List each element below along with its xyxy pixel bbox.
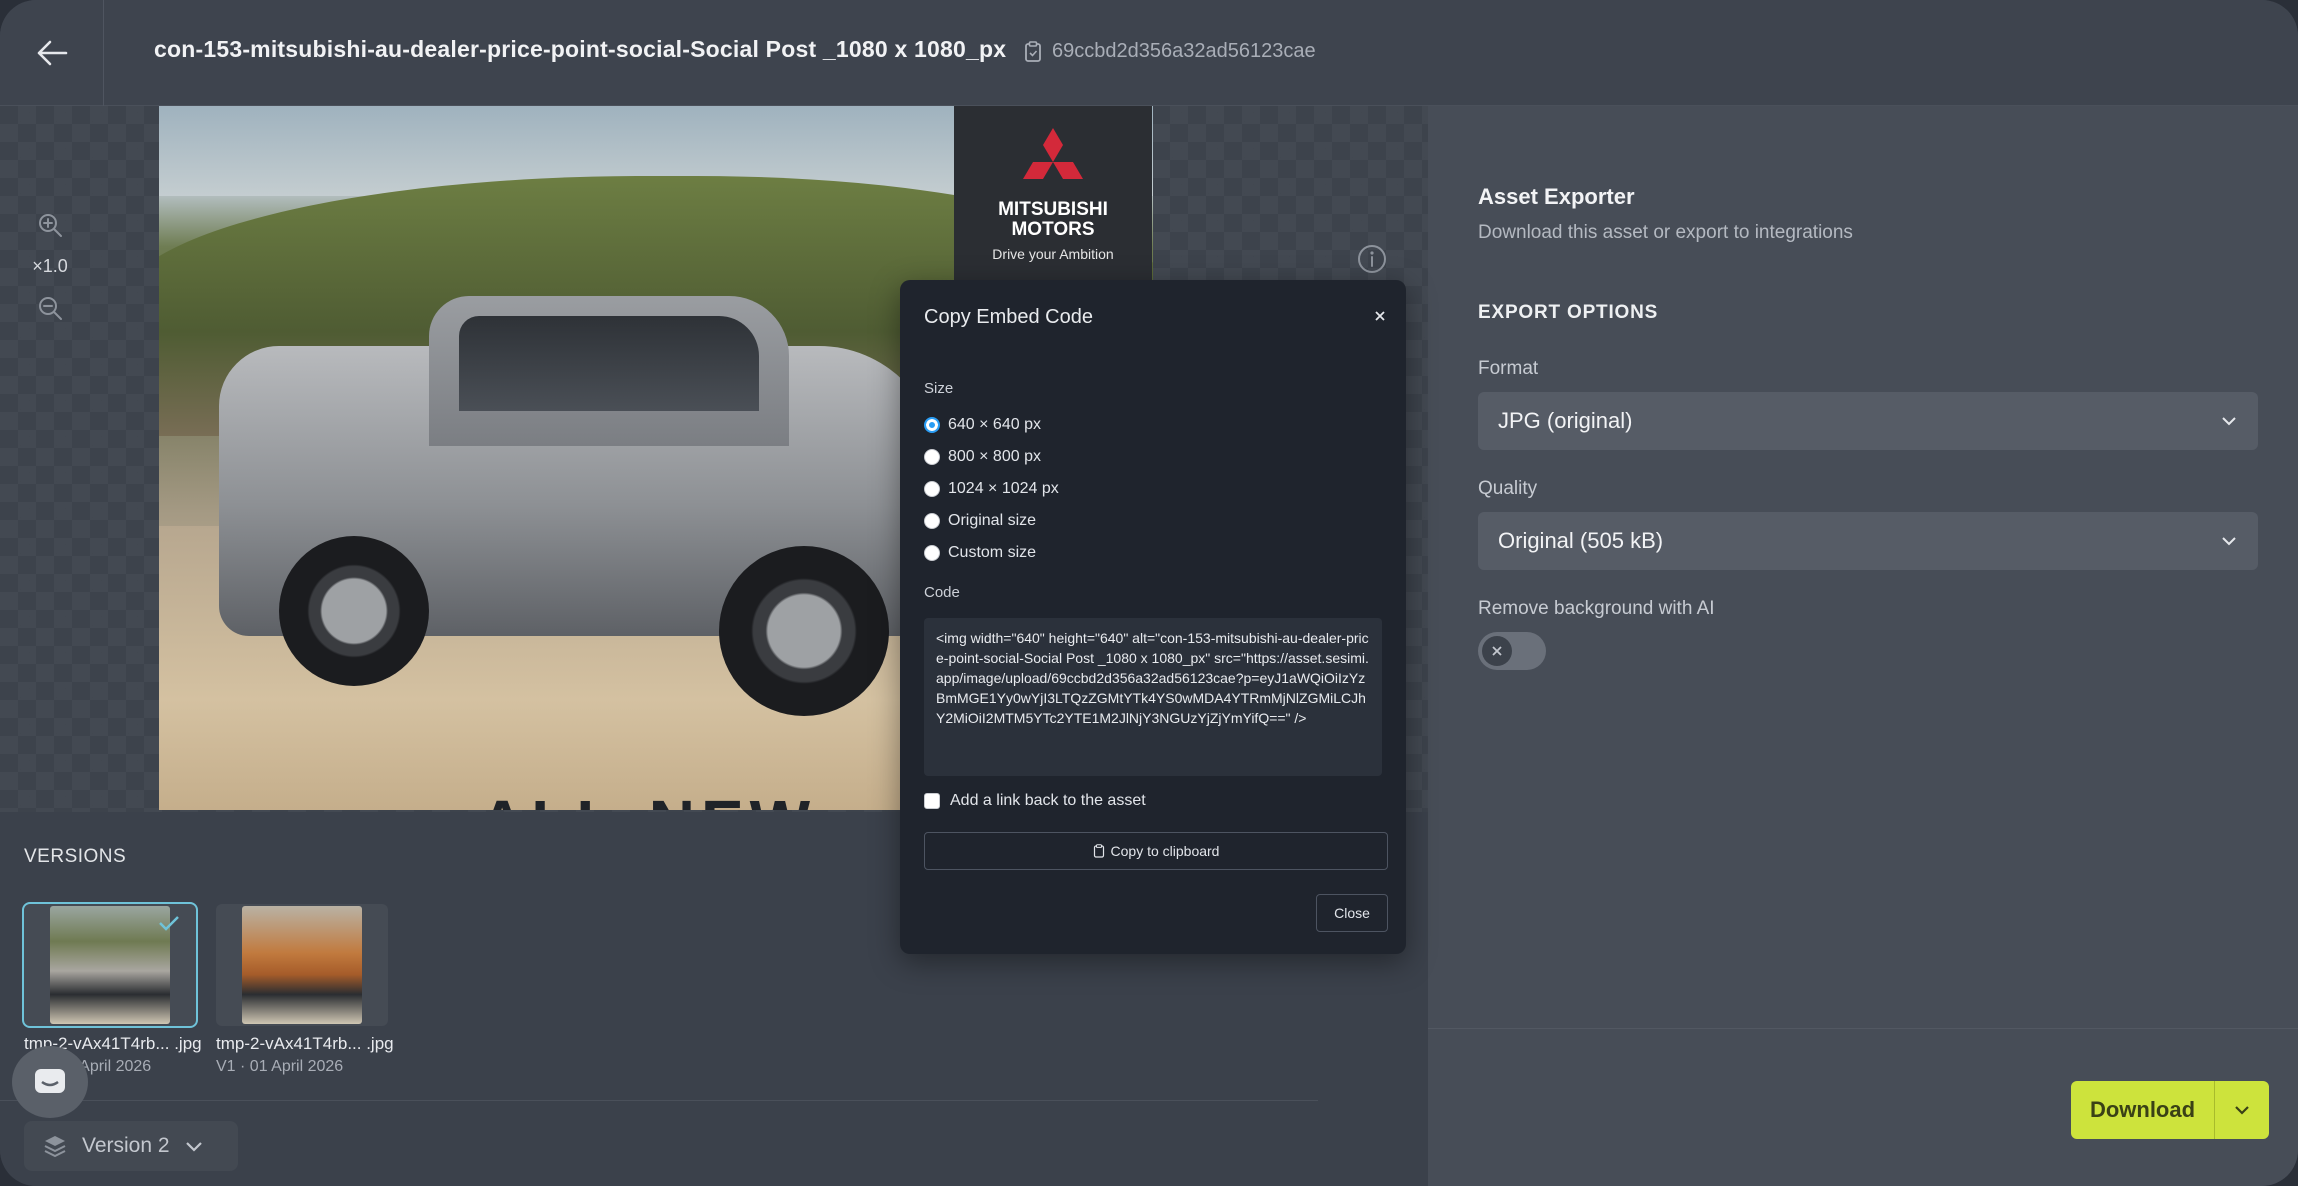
brand-name-line2: MOTORS xyxy=(1011,219,1095,240)
exporter-subtitle: Download this asset or export to integra… xyxy=(1478,222,1853,243)
brand-name: MITSUBISHI MOTORS xyxy=(998,200,1108,240)
link-back-option[interactable]: Add a link back to the asset xyxy=(924,792,1146,810)
brand-name-line1: MITSUBISHI xyxy=(998,199,1108,220)
chevron-down-icon xyxy=(2235,1106,2249,1115)
back-button[interactable] xyxy=(0,0,104,106)
close-icon xyxy=(1375,311,1385,321)
remove-background-toggle[interactable] xyxy=(1478,632,1546,670)
version-meta: V1 · 01 April 2026 xyxy=(216,1058,344,1075)
preview-wheel-rear xyxy=(279,536,429,686)
size-option-label: 1024 × 1024 px xyxy=(948,480,1059,497)
radio[interactable] xyxy=(924,449,940,465)
chevron-down-icon xyxy=(185,1142,202,1152)
version-select-label: Version 2 xyxy=(82,1134,170,1157)
quality-label: Quality xyxy=(1478,478,1538,499)
layers-icon xyxy=(44,1136,66,1158)
copy-asset-id-button[interactable]: 69ccbd2d356a32ad56123cae xyxy=(1024,40,1316,63)
chat-icon xyxy=(35,1069,65,1093)
code-label: Code xyxy=(924,584,960,601)
format-value: JPG (original) xyxy=(1498,408,1633,433)
copy-to-clipboard-label: Copy to clipboard xyxy=(1110,843,1220,859)
version-thumbnail-v1[interactable] xyxy=(216,904,388,1026)
chevron-down-icon xyxy=(2222,417,2236,426)
preview-headline: ALL-NEW xyxy=(479,786,816,810)
download-button[interactable]: Download xyxy=(2071,1081,2269,1139)
remove-background-label: Remove background with AI xyxy=(1478,598,1715,619)
zoom-out-icon[interactable] xyxy=(37,295,63,321)
close-icon xyxy=(1492,646,1502,656)
size-option-label: 800 × 800 px xyxy=(948,448,1041,465)
size-option-original[interactable]: Original size xyxy=(924,512,1036,530)
modal-close-button[interactable]: Close xyxy=(1316,894,1388,932)
exporter-footer: Download xyxy=(1428,1028,2298,1186)
mitsubishi-logo-icon xyxy=(1023,128,1083,179)
link-back-checkbox[interactable] xyxy=(924,793,940,809)
size-option-640[interactable]: 640 × 640 px xyxy=(924,416,1041,434)
modal-close-x-button[interactable] xyxy=(1370,306,1390,326)
close-button-label: Close xyxy=(1334,905,1370,921)
toggle-knob xyxy=(1482,636,1512,666)
page-title: con-153-mitsubishi-au-dealer-price-point… xyxy=(154,36,1007,62)
size-option-800[interactable]: 800 × 800 px xyxy=(924,448,1041,466)
header: con-153-mitsubishi-au-dealer-price-point… xyxy=(0,0,2298,106)
check-icon xyxy=(159,916,179,931)
radio[interactable] xyxy=(924,513,940,529)
format-select[interactable]: JPG (original) xyxy=(1478,392,2258,450)
chevron-down-icon xyxy=(2222,537,2236,546)
exporter-title: Asset Exporter xyxy=(1478,184,1635,209)
versions-title: VERSIONS xyxy=(24,846,127,867)
download-options-button[interactable] xyxy=(2215,1081,2269,1139)
zoom-level: ×1.0 xyxy=(32,256,68,276)
copy-embed-code-modal: Copy Embed Code Size 640 × 640 px 800 × … xyxy=(900,280,1406,954)
zoom-in-icon[interactable] xyxy=(37,212,63,238)
version-select[interactable]: Version 2 xyxy=(24,1121,238,1171)
info-icon[interactable] xyxy=(1357,244,1387,274)
zoom-controls: ×1.0 xyxy=(26,212,74,321)
copy-to-clipboard-button[interactable]: Copy to clipboard xyxy=(924,832,1388,870)
arrow-left-icon xyxy=(37,40,67,66)
version-bar: Version 2 xyxy=(0,1100,1318,1186)
export-options-title: EXPORT OPTIONS xyxy=(1478,302,1659,323)
preview-wheel-front xyxy=(719,546,889,716)
version-thumbnail-image xyxy=(242,906,362,1024)
size-option-label: Original size xyxy=(948,512,1037,529)
clipboard-icon xyxy=(1025,40,1041,62)
version-thumbnail-v2[interactable] xyxy=(22,902,198,1028)
chat-support-button[interactable] xyxy=(12,1046,88,1118)
size-label: Size xyxy=(924,380,954,397)
radio-selected[interactable] xyxy=(924,417,940,433)
radio[interactable] xyxy=(924,481,940,497)
brand-tagline: Drive your Ambition xyxy=(992,246,1114,262)
version-thumbnail-image xyxy=(50,906,170,1024)
brand-logo-panel: MITSUBISHI MOTORS Drive your Ambition xyxy=(954,106,1152,282)
size-option-custom[interactable]: Custom size xyxy=(924,544,1036,562)
asset-id-text: 69ccbd2d356a32ad56123cae xyxy=(1052,40,1316,62)
size-option-1024[interactable]: 1024 × 1024 px xyxy=(924,480,1059,498)
size-option-label: Custom size xyxy=(948,544,1037,561)
preview-truck-window xyxy=(459,316,759,411)
modal-title: Copy Embed Code xyxy=(924,306,1093,328)
quality-value: Original (505 kB) xyxy=(1498,528,1664,553)
embed-code-textarea[interactable]: <img width="640" height="640" alt="con-1… xyxy=(924,618,1382,776)
radio[interactable] xyxy=(924,545,940,561)
asset-exporter-panel: Asset Exporter Download this asset or ex… xyxy=(1428,106,2298,1028)
version-name: tmp-2-vAx41T4rb... .jpg xyxy=(216,1034,394,1053)
app-window: con-153-mitsubishi-au-dealer-price-point… xyxy=(0,0,2298,1186)
size-option-label: 640 × 640 px xyxy=(948,416,1041,433)
download-button-label[interactable]: Download xyxy=(2071,1081,2215,1139)
format-label: Format xyxy=(1478,358,1539,379)
link-back-label: Add a link back to the asset xyxy=(950,792,1146,809)
clipboard-icon xyxy=(1093,844,1104,858)
quality-select[interactable]: Original (505 kB) xyxy=(1478,512,2258,570)
